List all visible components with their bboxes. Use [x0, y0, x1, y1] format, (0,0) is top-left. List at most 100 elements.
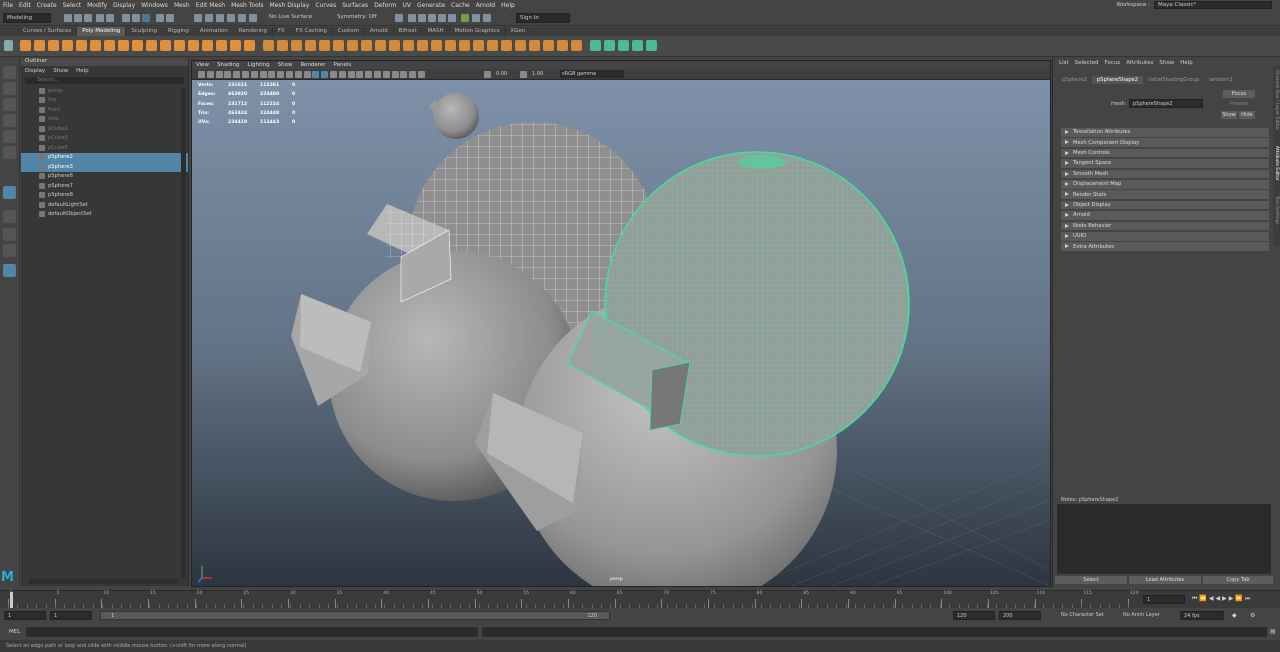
render-view-icon[interactable]	[408, 14, 416, 22]
shelf-tab-poly-modeling[interactable]: Poly Modeling	[77, 27, 127, 36]
lasso-tool-icon[interactable]	[3, 82, 16, 95]
shelf-tab-animation[interactable]: Animation	[195, 27, 234, 36]
menu-edit-mesh[interactable]: Edit Mesh	[196, 2, 225, 9]
grid-icon[interactable]	[250, 71, 258, 78]
single-perspective-layout-icon[interactable]	[3, 186, 16, 199]
live-surface-field[interactable]: No Live Surface	[266, 13, 320, 23]
anim-start-field[interactable]: 1	[4, 611, 46, 620]
outliner-layout-icon[interactable]	[3, 264, 16, 277]
playback-start-field[interactable]: 1	[50, 611, 92, 620]
outliner-menu-show[interactable]: Show	[53, 68, 68, 74]
fill-hole-icon[interactable]	[403, 40, 414, 51]
bridge-icon[interactable]	[375, 40, 386, 51]
viewport-menu-show[interactable]: Show	[278, 62, 293, 68]
outliner-item[interactable]: pCube3	[21, 134, 188, 144]
all-lights-icon[interactable]	[347, 71, 355, 78]
shadows-icon[interactable]	[356, 71, 364, 78]
mask-icon[interactable]	[156, 14, 164, 22]
viewport-menu-view[interactable]: View	[196, 62, 209, 68]
outliner-search-input[interactable]: Search...	[25, 77, 184, 84]
boolean-union-icon[interactable]	[305, 40, 316, 51]
shelf-tab-bifrost[interactable]: Bifrost	[394, 27, 423, 36]
gamma-value[interactable]: 1.00	[532, 71, 543, 77]
outliner-item[interactable]: pCube1	[21, 124, 188, 134]
safe-action-icon[interactable]	[294, 71, 302, 78]
outliner-item[interactable]: pSphere6	[21, 172, 188, 182]
menu-generate[interactable]: Generate	[417, 2, 445, 9]
grease-pencil-icon[interactable]	[242, 71, 249, 78]
snap-curve-icon[interactable]	[205, 14, 213, 22]
shelf-tab-rigging[interactable]: Rigging	[163, 27, 195, 36]
film-gate-icon[interactable]	[259, 71, 267, 78]
command-input[interactable]	[26, 627, 478, 637]
section-arnold[interactable]: Arnold	[1061, 211, 1269, 221]
ae-menu-selected[interactable]: Selected	[1075, 60, 1099, 66]
current-time-marker[interactable]	[10, 592, 13, 608]
viewport-panel[interactable]: View Shading Lighting Show Renderer Panels 0.…	[191, 60, 1051, 587]
menu-surfaces[interactable]: Surfaces	[342, 2, 368, 9]
section-extra-attributes[interactable]: Extra Attributes	[1061, 242, 1269, 252]
hide-button[interactable]: Hide	[1239, 111, 1255, 119]
outliner-vertical-scrollbar[interactable]	[181, 88, 186, 578]
play-icon[interactable]	[472, 14, 480, 22]
shelf-tab-rendering[interactable]: Rendering	[234, 27, 273, 36]
planar-uv-icon[interactable]	[590, 40, 601, 51]
ae-tab-psphereshape2[interactable]: pSphereShape2	[1091, 76, 1143, 84]
render-settings-icon[interactable]	[438, 14, 446, 22]
menu-cache[interactable]: Cache	[451, 2, 470, 9]
shelf-tab-mash[interactable]: MASH	[422, 27, 450, 36]
isolate-select-icon[interactable]	[391, 71, 399, 78]
insert-loop-icon[interactable]	[473, 40, 484, 51]
smooth-icon[interactable]	[291, 40, 302, 51]
hypershade-icon[interactable]	[448, 14, 456, 22]
side-tab-tool-settings[interactable]: Tool Settings	[1274, 196, 1279, 225]
helix-icon[interactable]	[174, 40, 185, 51]
boolean-diff-icon[interactable]	[319, 40, 330, 51]
exposure-value[interactable]: 0.00	[496, 71, 507, 77]
ae-tab-initialshadinggroup[interactable]: initialShadingGroup	[1143, 76, 1204, 84]
pipe-icon[interactable]	[160, 40, 171, 51]
menu-uv[interactable]: UV	[403, 2, 412, 9]
append-icon[interactable]	[417, 40, 428, 51]
paint-select-icon[interactable]	[3, 98, 16, 111]
section-render-stats[interactable]: Render Stats	[1061, 190, 1269, 200]
merge-icon[interactable]	[515, 40, 526, 51]
outliner-item[interactable]: persp	[21, 86, 188, 96]
script-editor-icon[interactable]: ▤	[1270, 628, 1276, 635]
menu-arnold[interactable]: Arnold	[476, 2, 495, 9]
select-tool-icon[interactable]	[3, 66, 16, 79]
rotate-tool-icon[interactable]	[3, 130, 16, 143]
auto-key-icon[interactable]: ◆	[1232, 612, 1237, 619]
go-end-icon[interactable]: ⏭	[1245, 595, 1250, 605]
persp-graph-layout-icon[interactable]	[3, 244, 16, 257]
menu-mesh-tools[interactable]: Mesh Tools	[231, 2, 263, 9]
viewport-menu-panels[interactable]: Panels	[334, 62, 352, 68]
snap-grid-icon[interactable]	[194, 14, 202, 22]
play-back-icon[interactable]: ◀	[1216, 595, 1221, 605]
section-object-display[interactable]: Object Display	[1061, 200, 1269, 211]
new-scene-icon[interactable]	[64, 14, 72, 22]
resolution-gate-icon[interactable]	[268, 71, 276, 78]
shelf-tab-fx-caching[interactable]: FX Caching	[291, 27, 333, 36]
sign-in-button[interactable]: Sign In	[516, 13, 570, 23]
outliner-item[interactable]: pSphere8	[21, 191, 188, 201]
textured-icon[interactable]	[338, 71, 346, 78]
load-attributes-button[interactable]: Load Attributes	[1129, 576, 1201, 584]
section-displacement-map[interactable]: Displacement Map	[1061, 180, 1269, 190]
multi-cut-icon[interactable]	[431, 40, 442, 51]
menu-mesh-display[interactable]: Mesh Display	[270, 2, 310, 9]
boolean-intersect-icon[interactable]	[333, 40, 344, 51]
mirror-icon[interactable]	[347, 40, 358, 51]
shelf-tab-curves-surfaces[interactable]: Curves / Surfaces	[18, 27, 78, 36]
xray-components-icon[interactable]	[418, 71, 425, 78]
fps-dropdown[interactable]: 24 fps	[1180, 611, 1224, 620]
pyramid-icon[interactable]	[132, 40, 143, 51]
anim-prefs-icon[interactable]: ⚙	[1250, 612, 1255, 619]
2d-pan-icon[interactable]	[233, 71, 241, 78]
platonic-icon[interactable]	[118, 40, 129, 51]
presets-button[interactable]: Presets	[1223, 100, 1255, 108]
mask-curves-icon[interactable]	[166, 14, 174, 22]
shelf-tab-fx[interactable]: FX	[273, 27, 291, 36]
bevel-icon[interactable]	[361, 40, 372, 51]
xray-icon[interactable]	[400, 71, 408, 78]
